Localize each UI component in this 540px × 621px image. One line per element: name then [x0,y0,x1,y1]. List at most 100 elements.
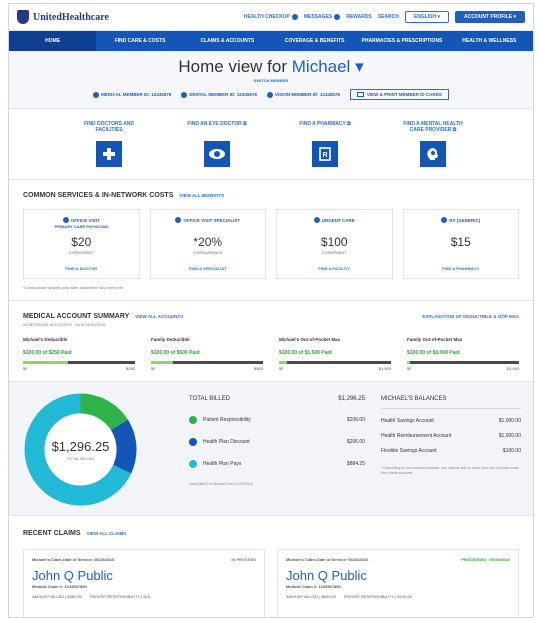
explanation-link[interactable]: EXPLANATION OF DEDUCTIBLE & OOP MAX [422,314,519,319]
medical-account-summary: MEDICAL ACCOUNT SUMMARY VIEW ALL ACCOUNT… [9,301,533,382]
vision-id[interactable]: VISION MEMBER ID: 12345678 [266,91,340,98]
logo[interactable]: UnitedHealthcare [17,10,109,24]
bar-ends: $0 $500 [151,366,263,371]
progress-fill [23,361,68,364]
donut-amount: $1,296.25 [51,438,110,454]
find-eye-doctor-action[interactable]: FIND AN EYE DOCTOR ⧉ [181,121,253,167]
progress-track [23,361,135,364]
claim-top: Michael's Claim Date of Service: 06/15/2… [32,557,256,562]
view-all-accounts-link[interactable]: VIEW ALL ACCOUNTS [135,314,183,319]
quick-actions: FIND DOCTORS AND FACILITIES FIND AN EYE … [9,109,533,180]
info-icon [62,217,69,223]
progress-track [279,361,391,364]
legend-dot [189,438,197,446]
dental-id[interactable]: DENTAL MEMBER ID: 12345678 [181,91,257,98]
view-all-claims-link[interactable]: VIEW ALL CLAIMS [87,531,127,536]
find-doctor-link[interactable]: FIND A DOCTOR [66,266,97,271]
service-kind: COPAYMENT [321,250,347,255]
claim-card[interactable]: Michael's Claim Date of Service: 06/10/2… [277,549,519,617]
language-select[interactable]: ENGLISH ▾ [404,11,450,23]
qa-label: FIND A PHARMACY ⧉ [299,121,351,127]
find-specialist-link[interactable]: FIND A SPECIALIST [189,266,227,271]
donut-center: $1,296.25 TOTAL BILLED [23,392,138,507]
service-amount: $20 [71,235,92,249]
nav-find-care[interactable]: FIND CARE & COSTS [96,31,183,51]
plus-icon [96,141,122,167]
claim-number: Medical Claim #: 1234567890 [32,584,87,589]
coinsurance-note: *Coinsurance applies only after deductib… [23,285,125,290]
badge-icon [291,14,298,20]
find-doctors-action[interactable]: FIND DOCTORS AND FACILITIES [73,121,145,167]
nav-health-wellness[interactable]: HEALTH & WELLNESS [446,31,533,51]
legend-dot [189,460,197,468]
bar-paid: $100.00 of $250 Paid [23,350,72,356]
view-all-benefits-link[interactable]: VIEW ALL BENEFITS [179,193,224,198]
progress-bars: Michael's Deductible $100.00 of $250 Pai… [23,337,519,371]
progress-fill [151,361,174,364]
info-icon [313,217,320,223]
balances-panel: MICHAEL'S BALANCES Health Savings Accoun… [365,382,533,515]
balance-row: Health Savings Account $1,000.00 [381,418,521,424]
service-card: RX (GENERIC) $15 FIND A PHARMACY [402,209,519,279]
browser-frame: UnitedHealthcare HEALTH CHECKUP MESSAGES… [8,3,534,618]
deductible-bar: Michael's Deductible $100.00 of $250 Pai… [23,337,135,371]
member-selector[interactable]: Michael ▾ [292,57,364,76]
progress-fill [407,361,411,364]
badge-icon [334,14,341,20]
donut-label: TOTAL BILLED [66,455,95,461]
find-mental-health-action[interactable]: FIND A MENTAL HEALTH CARE PROVIDER ⧉ [397,121,469,167]
print-id-cards-button[interactable]: VIEW & PRINT MEMBER ID CARDS [349,89,449,100]
family-deductible-bar: Family Deductible $100.00 of $500 Paid $… [151,337,263,371]
claim-card[interactable]: Michael's Claim Date of Service: 06/15/2… [23,549,265,617]
claim-number: Medical Claim #: 1234567890 [286,584,341,589]
family-oop-max-bar: Family Out-of-Pocket Max $100.00 of $3,0… [407,337,519,371]
bar-title: Family Deductible [151,337,190,342]
service-card: URGENT CARE $100 COPAYMENT FIND A FACILI… [276,209,393,279]
find-pharmacy-action[interactable]: FIND A PHARMACY ⧉ R [289,121,361,167]
claim-provider-link[interactable]: John Q Public [286,568,510,583]
nav-home[interactable]: HOME [9,31,97,51]
hero-section: Home view for Michael ▾ SWITCH MEMBER ME… [9,51,533,109]
medical-id[interactable]: MEDICAL MEMBER ID: 12345678 [93,91,171,98]
summary-subtitle: IN NETWORK ACCOUNTS - As of 01/01/2016 [23,322,106,327]
bar-title: Family Out-of-Pocket Max [407,337,463,342]
logo-text: UnitedHealthcare [33,11,109,23]
balance-row: Health Reimbursement Account $1,000.00 [381,433,521,439]
service-cards: OFFICE VISIT PRIMARY CARE PHYSICIAN $20 … [23,209,519,279]
search-link[interactable]: SEARCH [378,14,399,20]
qa-label: FIND A MENTAL HEALTH CARE PROVIDER ⧉ [403,121,463,133]
bar-ends: $0 $3,000 [407,366,519,371]
nav-coverage[interactable]: COVERAGE & BENEFITS [271,31,358,51]
progress-fill [279,361,287,364]
service-name: RX (GENERIC) [441,217,480,223]
svg-text:R: R [322,152,327,159]
service-name: URGENT CARE [313,217,355,223]
service-name: OFFICE VISIT SPECIALIST [175,217,240,223]
section-title: COMMON SERVICES & IN-NETWORK COSTS VIEW … [23,192,225,199]
nav-pharmacies[interactable]: PHARMACIES & PRESCRIPTIONS [358,31,445,51]
billing-summary: $1,296.25 TOTAL BILLED TOTAL BILLED $1,29… [9,382,533,516]
nav-claims[interactable]: CLAIMS & ACCOUNTS [184,31,271,51]
claim-provider-link[interactable]: John Q Public [32,568,256,583]
find-pharmacy-link[interactable]: FIND A PHARMACY [442,266,479,271]
find-facility-link[interactable]: FIND A FACILITY [318,266,350,271]
service-kind: COINSURANCE [192,250,223,255]
account-profile-menu[interactable]: ACCOUNT PROFILE ▾ [455,11,525,23]
claim-amounts: AMOUNT BILLED | $360.00 PATIENT RESPONSIB… [32,594,150,599]
bar-paid: $100.00 of $500 Paid [151,350,200,356]
messages-link[interactable]: MESSAGES [304,14,341,20]
info-icon [181,91,188,98]
service-name: OFFICE VISIT [62,217,100,223]
eye-icon [204,141,230,167]
claim-status: IN PROCESS [231,557,256,562]
service-amount: $100 [320,235,348,249]
service-card: OFFICE VISIT SPECIALIST *20% COINSURANCE… [149,209,266,279]
common-services: COMMON SERVICES & IN-NETWORK COSTS VIEW … [9,180,533,301]
health-checkup-link[interactable]: HEALTH CHECKUP [244,14,298,20]
bar-paid: $100.00 of $3,000 Paid [407,350,460,356]
service-amount: *20% [193,235,223,249]
rewards-link[interactable]: REWARDS [346,14,372,20]
service-card: OFFICE VISIT PRIMARY CARE PHYSICIAN $20 … [23,209,140,279]
section-title: RECENT CLAIMS VIEW ALL CLAIMS [23,530,127,537]
bar-ends: $0 $1,500 [279,366,391,371]
